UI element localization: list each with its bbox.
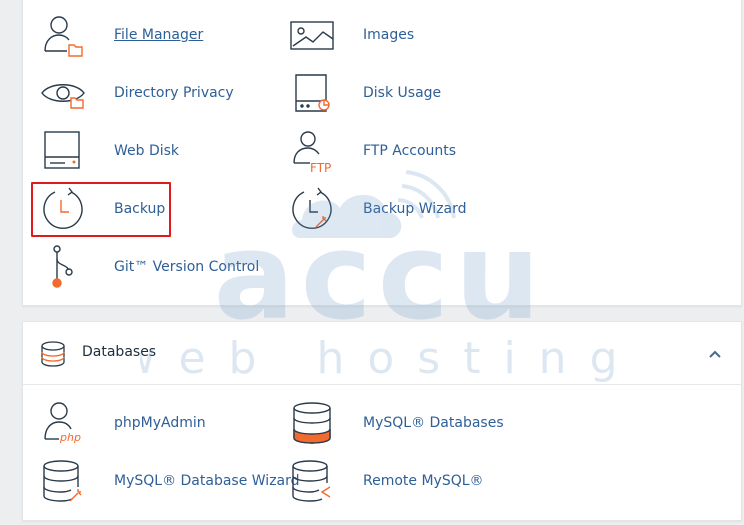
ftp-accounts-label: FTP Accounts <box>363 143 457 159</box>
mysql-database-wizard-label: MySQL® Database Wizard <box>114 473 300 489</box>
phpmyadmin-link[interactable]: php phpMyAdmin <box>41 399 206 447</box>
disk-usage-icon <box>290 71 334 115</box>
remote-mysql-link[interactable]: Remote MySQL® <box>290 457 484 505</box>
file-manager-icon <box>41 13 85 57</box>
php-icon-text: php <box>59 431 81 444</box>
git-version-control-link[interactable]: Git™ Version Control <box>41 243 259 291</box>
directory-privacy-link[interactable]: Directory Privacy <box>41 69 234 117</box>
remote-mysql-label: Remote MySQL® <box>363 473 484 489</box>
databases-section: Databases php phpMyAdmin MySQL® Database… <box>22 321 742 521</box>
directory-privacy-icon <box>41 71 85 115</box>
mysql-databases-icon <box>290 401 334 445</box>
disk-usage-label: Disk Usage <box>363 85 442 101</box>
database-icon <box>40 341 66 367</box>
git-icon <box>41 245 85 289</box>
git-version-control-label: Git™ Version Control <box>114 259 260 275</box>
ftp-icon-text: FTP <box>310 161 331 175</box>
mysql-database-wizard-link[interactable]: MySQL® Database Wizard <box>41 457 300 505</box>
backup-label: Backup <box>114 201 166 217</box>
disk-usage-link[interactable]: Disk Usage <box>290 69 441 117</box>
web-disk-label: Web Disk <box>114 143 180 159</box>
directory-privacy-label: Directory Privacy <box>114 85 234 101</box>
ftp-accounts-icon: FTP <box>290 129 334 175</box>
images-icon <box>290 13 334 57</box>
backup-wizard-label: Backup Wizard <box>363 201 467 217</box>
web-disk-icon <box>41 129 85 173</box>
backup-icon <box>41 187 85 231</box>
ftp-accounts-link[interactable]: FTP FTP Accounts <box>290 127 456 175</box>
databases-header[interactable]: Databases <box>23 322 741 385</box>
file-manager-label: File Manager <box>114 27 204 43</box>
mysql-databases-link[interactable]: MySQL® Databases <box>290 399 504 447</box>
images-link[interactable]: Images <box>290 11 414 59</box>
file-manager-link[interactable]: File Manager <box>41 11 203 59</box>
remote-mysql-icon <box>290 459 334 503</box>
backup-link[interactable]: Backup <box>41 185 165 233</box>
databases-title: Databases <box>82 344 157 360</box>
web-disk-link[interactable]: Web Disk <box>41 127 179 175</box>
chevron-up-icon[interactable] <box>707 346 723 362</box>
images-label: Images <box>363 27 415 43</box>
backup-wizard-icon <box>290 187 334 231</box>
files-section: File Manager Images Directory Privacy Di… <box>22 0 742 306</box>
mysql-wizard-icon <box>41 459 85 503</box>
backup-wizard-link[interactable]: Backup Wizard <box>290 185 467 233</box>
phpmyadmin-icon: php <box>41 401 85 445</box>
phpmyadmin-label: phpMyAdmin <box>114 415 206 431</box>
mysql-databases-label: MySQL® Databases <box>363 415 504 431</box>
